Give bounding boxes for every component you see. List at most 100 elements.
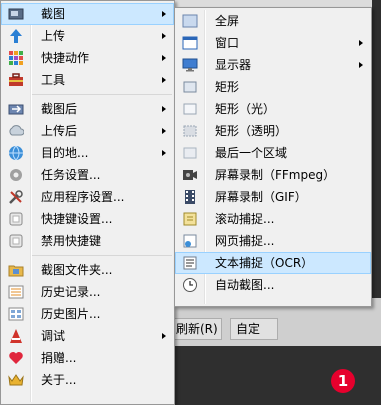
menu-item-screenshots-folder[interactable]: 截图文件夹... xyxy=(1,259,174,281)
submenu-item-monitor[interactable]: 显示器 xyxy=(175,54,371,76)
about-crown-icon xyxy=(8,372,24,388)
submenu-item-screen-recording-gif[interactable]: 屏幕录制（GIF） xyxy=(175,186,371,208)
menu-item-label: 截图后 xyxy=(41,102,78,116)
screen-recording-gif-icon xyxy=(182,189,198,205)
screen-recording-ffmpeg-icon xyxy=(182,167,198,183)
submenu-item-last-region[interactable]: 最后一个区域 xyxy=(175,142,371,164)
submenu-item-label: 全屏 xyxy=(215,14,240,28)
menu-item-after-capture[interactable]: 截图后 xyxy=(1,98,174,120)
application-settings-icon xyxy=(8,189,24,205)
submenu-item-window[interactable]: 窗口 xyxy=(175,32,371,54)
menu-item-hotkey-settings[interactable]: 快捷键设置... xyxy=(1,208,174,230)
menu-item-label: 应用程序设置... xyxy=(41,190,125,204)
submenu-arrow-icon xyxy=(162,55,166,61)
menu-item-after-upload[interactable]: 上传后 xyxy=(1,120,174,142)
menu-item-quick-actions[interactable]: 快捷动作 xyxy=(1,47,174,69)
submenu-arrow-icon xyxy=(162,106,166,112)
submenu-item-webpage-capture[interactable]: 网页捕捉... xyxy=(175,230,371,252)
menu-item-label: 快捷动作 xyxy=(41,51,90,65)
image-history-icon xyxy=(8,306,24,322)
submenu-item-scrolling-capture[interactable]: 滚动捕捉... xyxy=(175,208,371,230)
submenu-item-rectangle-transparent[interactable]: 矩形（透明） xyxy=(175,120,371,142)
submenu-item-fullscreen[interactable]: 全屏 xyxy=(175,10,371,32)
submenu-item-label: 屏幕录制（FFmpeg） xyxy=(215,168,336,182)
submenu-item-label: 矩形（光） xyxy=(215,102,276,116)
submenu-item-label: 滚动捕捉... xyxy=(215,212,275,226)
submenu-item-rectangle[interactable]: 矩形 xyxy=(175,76,371,98)
menu-item-history[interactable]: 历史记录... xyxy=(1,281,174,303)
after-upload-icon xyxy=(8,123,24,139)
menu-item-image-history[interactable]: 历史图片... xyxy=(1,303,174,325)
submenu-item-screen-recording-ffmpeg[interactable]: 屏幕录制（FFmpeg） xyxy=(175,164,371,186)
auto-capture-clock-icon xyxy=(182,277,198,293)
main-context-menu: 截图 上传 快捷动作 工具 截图后 上传后 目的地... 任务设置... 应用程… xyxy=(0,0,175,405)
submenu-item-label: 屏幕录制（GIF） xyxy=(215,190,307,204)
menu-item-label: 捐赠... xyxy=(41,351,77,365)
webpage-capture-icon xyxy=(182,233,198,249)
menu-item-label: 工具 xyxy=(41,73,66,87)
submenu-item-label: 自动截图... xyxy=(215,278,275,292)
screenshots-folder-icon xyxy=(8,262,24,278)
submenu-item-label: 矩形 xyxy=(215,80,240,94)
menu-item-capture[interactable]: 截图 xyxy=(1,3,174,25)
history-icon xyxy=(8,284,24,300)
step-number-badge: 1 xyxy=(331,369,355,393)
menu-separator xyxy=(1,91,174,98)
destinations-icon xyxy=(8,145,24,161)
menu-item-disable-hotkeys[interactable]: 禁用快捷键 xyxy=(1,230,174,252)
menu-separator xyxy=(1,252,174,259)
menu-item-label: 目的地... xyxy=(41,146,89,160)
menu-item-application-settings[interactable]: 应用程序设置... xyxy=(1,186,174,208)
quick-actions-icon xyxy=(8,50,24,66)
menu-item-debug[interactable]: 调试 xyxy=(1,325,174,347)
submenu-item-auto-capture[interactable]: 自动截图... xyxy=(175,274,371,296)
rectangle-transparent-icon xyxy=(182,123,198,139)
menu-item-label: 快捷键设置... xyxy=(41,212,113,226)
submenu-item-label: 显示器 xyxy=(215,58,252,72)
upload-icon xyxy=(8,28,24,44)
refresh-button[interactable]: 刷新(R) xyxy=(170,318,222,340)
submenu-arrow-icon xyxy=(359,62,363,68)
menu-item-label: 上传 xyxy=(41,29,66,43)
menu-item-about[interactable]: 关于... xyxy=(1,369,174,391)
menu-item-label: 截图 xyxy=(41,7,66,21)
submenu-item-label: 文本捕捉（OCR） xyxy=(215,256,314,270)
menu-item-label: 历史图片... xyxy=(41,307,101,321)
submenu-item-label: 矩形（透明） xyxy=(215,124,288,138)
submenu-item-label: 窗口 xyxy=(215,36,240,50)
submenu-item-label: 最后一个区域 xyxy=(215,146,288,160)
menu-item-label: 截图文件夹... xyxy=(41,263,113,277)
submenu-arrow-icon xyxy=(162,77,166,83)
debug-icon xyxy=(8,328,24,344)
menu-item-upload[interactable]: 上传 xyxy=(1,25,174,47)
last-region-icon xyxy=(182,145,198,161)
menu-item-label: 上传后 xyxy=(41,124,78,138)
task-settings-icon xyxy=(8,167,24,183)
menu-item-label: 关于... xyxy=(41,373,77,387)
fullscreen-icon xyxy=(182,13,198,29)
menu-item-destinations[interactable]: 目的地... xyxy=(1,142,174,164)
monitor-icon xyxy=(182,57,198,73)
submenu-arrow-icon xyxy=(162,150,166,156)
submenu-item-label: 网页捕捉... xyxy=(215,234,275,248)
menu-item-tools[interactable]: 工具 xyxy=(1,69,174,91)
disable-hotkeys-icon xyxy=(8,233,24,249)
customize-button[interactable]: 自定 xyxy=(230,318,278,340)
tools-icon xyxy=(8,72,24,88)
scrolling-capture-icon xyxy=(182,211,198,227)
submenu-arrow-icon xyxy=(162,128,166,134)
menu-item-label: 任务设置... xyxy=(41,168,101,182)
menu-item-label: 禁用快捷键 xyxy=(41,234,102,248)
menu-item-label: 历史记录... xyxy=(41,285,101,299)
submenu-arrow-icon xyxy=(162,33,166,39)
submenu-item-text-capture-ocr[interactable]: 文本捕捉（OCR） xyxy=(175,252,371,274)
text-capture-ocr-icon xyxy=(182,255,198,271)
submenu-arrow-icon xyxy=(359,40,363,46)
menu-item-task-settings[interactable]: 任务设置... xyxy=(1,164,174,186)
background-edge xyxy=(372,0,381,298)
submenu-item-rectangle-light[interactable]: 矩形（光） xyxy=(175,98,371,120)
menu-item-donate[interactable]: 捐赠... xyxy=(1,347,174,369)
window-icon xyxy=(182,35,198,51)
menu-item-label: 调试 xyxy=(41,329,66,343)
rectangle-light-icon xyxy=(182,101,198,117)
